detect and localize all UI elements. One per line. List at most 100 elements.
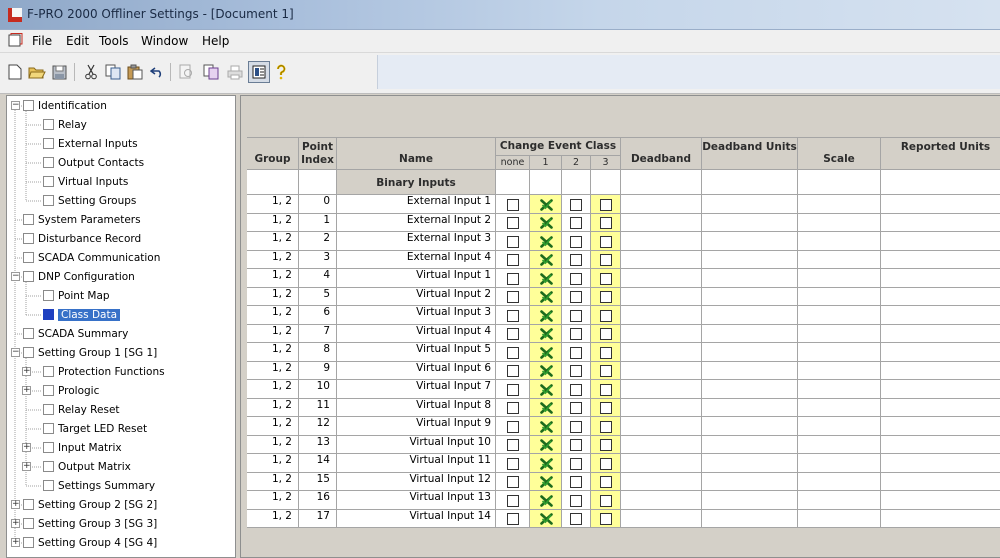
class-none-cell[interactable] <box>496 288 530 306</box>
deadband-cell[interactable] <box>621 269 702 288</box>
scale-cell[interactable] <box>798 510 881 528</box>
expand-icon[interactable]: + <box>11 519 20 528</box>
paste-icon[interactable] <box>126 63 144 81</box>
tree-item-setting-group-1-sg-1[interactable]: − Setting Group 1 [SG 1] <box>7 345 235 363</box>
class-2-cell[interactable] <box>562 214 591 232</box>
deadband-units-cell[interactable] <box>702 473 798 491</box>
empty-checkbox-icon[interactable] <box>570 310 582 322</box>
class-none-cell[interactable] <box>496 436 530 454</box>
empty-checkbox-icon[interactable] <box>507 254 519 266</box>
deadband-units-cell[interactable] <box>702 491 798 510</box>
class-3-cell[interactable] <box>591 380 621 399</box>
tree-item-relay[interactable]: Relay <box>7 117 235 135</box>
deadband-units-cell[interactable] <box>702 306 798 325</box>
tree-item-setting-groups[interactable]: Setting Groups <box>7 193 235 211</box>
deadband-units-cell[interactable] <box>702 232 798 251</box>
help-icon[interactable] <box>272 63 290 81</box>
checked-checkbox-icon[interactable] <box>540 384 553 396</box>
deadband-cell[interactable] <box>621 306 702 325</box>
tree-item-scada-summary[interactable]: SCADA Summary <box>7 326 235 344</box>
scale-cell[interactable] <box>798 251 881 269</box>
class-none-cell[interactable] <box>496 454 530 473</box>
empty-checkbox-icon[interactable] <box>600 365 612 377</box>
class-2-cell[interactable] <box>562 362 591 380</box>
tree-item-setting-group-3-sg-3[interactable]: + Setting Group 3 [SG 3] <box>7 516 235 534</box>
menu-edit[interactable]: Edit <box>66 34 89 48</box>
class-3-cell[interactable] <box>591 325 621 343</box>
class-3-cell[interactable] <box>591 362 621 380</box>
class-3-cell[interactable] <box>591 269 621 288</box>
reported-units-cell[interactable] <box>881 454 1000 473</box>
expand-icon[interactable]: + <box>22 443 31 452</box>
deadband-cell[interactable] <box>621 510 702 528</box>
print-preview-icon[interactable] <box>178 63 196 81</box>
empty-checkbox-icon[interactable] <box>507 384 519 396</box>
class-2-cell[interactable] <box>562 417 591 436</box>
reported-units-cell[interactable] <box>881 195 1000 214</box>
class-none-cell[interactable] <box>496 417 530 436</box>
reported-units-cell[interactable] <box>881 491 1000 510</box>
checked-checkbox-icon[interactable] <box>540 254 553 266</box>
class-2-cell[interactable] <box>562 343 591 362</box>
class-3-cell[interactable] <box>591 288 621 306</box>
print-icon[interactable] <box>226 63 244 81</box>
empty-checkbox-icon[interactable] <box>507 458 519 470</box>
deadband-units-cell[interactable] <box>702 269 798 288</box>
class-1-cell[interactable] <box>530 454 562 473</box>
empty-checkbox-icon[interactable] <box>507 310 519 322</box>
class-none-cell[interactable] <box>496 269 530 288</box>
reported-units-cell[interactable] <box>881 214 1000 232</box>
class-none-cell[interactable] <box>496 251 530 269</box>
reported-units-cell[interactable] <box>881 399 1000 417</box>
expand-icon[interactable]: + <box>22 386 31 395</box>
deadband-cell[interactable] <box>621 325 702 343</box>
class-none-cell[interactable] <box>496 380 530 399</box>
scale-cell[interactable] <box>798 473 881 491</box>
tree-item-class-data[interactable]: Class Data <box>7 307 235 325</box>
deadband-units-cell[interactable] <box>702 417 798 436</box>
class-1-cell[interactable] <box>530 491 562 510</box>
deadband-units-cell[interactable] <box>702 325 798 343</box>
empty-checkbox-icon[interactable] <box>507 476 519 488</box>
tree-item-target-led-reset[interactable]: Target LED Reset <box>7 421 235 439</box>
empty-checkbox-icon[interactable] <box>600 310 612 322</box>
class-2-cell[interactable] <box>562 399 591 417</box>
deadband-cell[interactable] <box>621 288 702 306</box>
empty-checkbox-icon[interactable] <box>600 199 612 211</box>
empty-checkbox-icon[interactable] <box>600 439 612 451</box>
class-1-cell[interactable] <box>530 195 562 214</box>
collapse-icon[interactable]: − <box>11 272 20 281</box>
reported-units-cell[interactable] <box>881 362 1000 380</box>
class-3-cell[interactable] <box>591 306 621 325</box>
empty-checkbox-icon[interactable] <box>600 476 612 488</box>
empty-checkbox-icon[interactable] <box>570 402 582 414</box>
deadband-units-cell[interactable] <box>702 510 798 528</box>
scale-cell[interactable] <box>798 399 881 417</box>
reported-units-cell[interactable] <box>881 343 1000 362</box>
empty-checkbox-icon[interactable] <box>570 328 582 340</box>
menu-file[interactable]: File <box>32 34 52 48</box>
deadband-units-cell[interactable] <box>702 380 798 399</box>
empty-checkbox-icon[interactable] <box>507 513 519 525</box>
class-2-cell[interactable] <box>562 269 591 288</box>
checked-checkbox-icon[interactable] <box>540 347 553 359</box>
class-2-cell[interactable] <box>562 454 591 473</box>
deadband-units-cell[interactable] <box>702 436 798 454</box>
deadband-units-cell[interactable] <box>702 399 798 417</box>
checked-checkbox-icon[interactable] <box>540 273 553 285</box>
class-none-cell[interactable] <box>496 325 530 343</box>
scale-cell[interactable] <box>798 362 881 380</box>
class-3-cell[interactable] <box>591 251 621 269</box>
class-none-cell[interactable] <box>496 399 530 417</box>
collapse-icon[interactable]: − <box>11 101 20 110</box>
copy-alt-icon[interactable] <box>202 63 220 81</box>
empty-checkbox-icon[interactable] <box>600 402 612 414</box>
class-1-cell[interactable] <box>530 214 562 232</box>
class-2-cell[interactable] <box>562 491 591 510</box>
deadband-units-cell[interactable] <box>702 454 798 473</box>
checked-checkbox-icon[interactable] <box>540 476 553 488</box>
empty-checkbox-icon[interactable] <box>507 199 519 211</box>
reported-units-cell[interactable] <box>881 306 1000 325</box>
deadband-cell[interactable] <box>621 473 702 491</box>
class-none-cell[interactable] <box>496 473 530 491</box>
